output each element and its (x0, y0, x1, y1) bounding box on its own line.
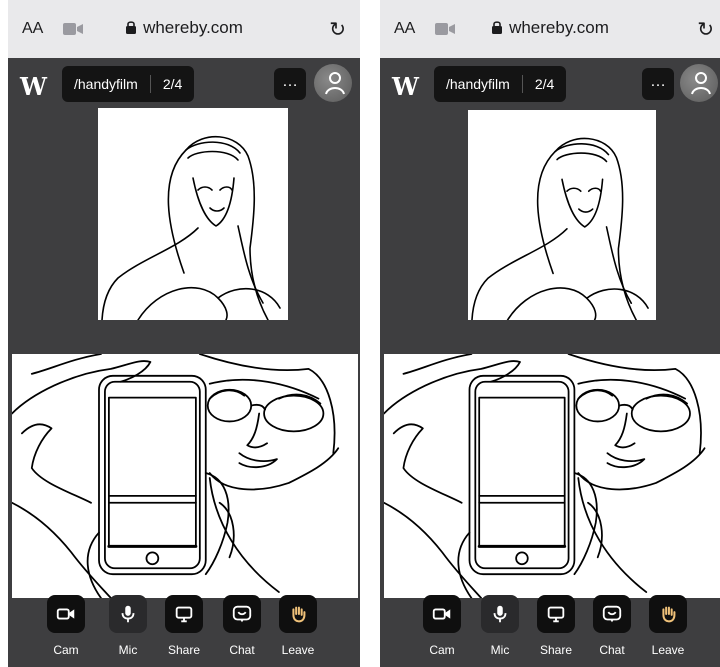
more-options-button[interactable]: … (274, 68, 306, 100)
reload-icon[interactable]: ↻ (697, 17, 714, 42)
leave-label: Leave (281, 643, 315, 657)
self-view-sketch (384, 354, 720, 598)
participant-count: 2/4 (162, 76, 183, 92)
remote-video-tile (468, 110, 656, 320)
divider (149, 75, 151, 93)
self-video-tile (12, 354, 358, 598)
address-display[interactable]: whereby.com (8, 18, 360, 38)
mic-label: Mic (490, 643, 510, 657)
cam-button[interactable]: Cam (38, 595, 94, 657)
leave-button[interactable]: Leave (640, 595, 696, 657)
screen-share-icon (545, 603, 567, 625)
mic-button[interactable]: Mic (472, 595, 528, 657)
avatar[interactable] (680, 64, 718, 102)
screenshot-left: AA whereby.com ↻ W /handyfilm 2/4 … Cam … (8, 0, 360, 667)
host-text: whereby.com (143, 18, 243, 37)
whereby-app: W /handyfilm 2/4 … Cam Mic Share Chat Le… (8, 58, 360, 667)
divider (521, 75, 523, 93)
room-name: /handyfilm (446, 76, 510, 92)
video-camera-icon (55, 603, 77, 625)
host-text: whereby.com (509, 18, 609, 37)
whereby-logo: W (392, 72, 419, 101)
lock-icon (492, 21, 503, 34)
participant-sketch (468, 110, 656, 320)
microphone-icon (117, 603, 139, 625)
cam-button[interactable]: Cam (414, 595, 470, 657)
share-button[interactable]: Share (156, 595, 212, 657)
chat-label: Chat (229, 643, 255, 657)
person-icon (325, 72, 345, 95)
room-info-pill[interactable]: /handyfilm 2/4 (434, 66, 567, 102)
share-label: Share (539, 643, 573, 657)
chat-button[interactable]: Chat (584, 595, 640, 657)
screen-share-icon (173, 603, 195, 625)
address-display[interactable]: whereby.com (380, 18, 720, 38)
avatar[interactable] (314, 64, 352, 102)
lock-icon (126, 21, 137, 34)
call-toolbar: Cam Mic Share Chat Leave (380, 595, 720, 667)
leave-button[interactable]: Leave (270, 595, 326, 657)
screenshot-right: AA whereby.com ↻ W /handyfilm 2/4 … Cam … (380, 0, 720, 667)
whereby-app: W /handyfilm 2/4 … Cam Mic Share Chat Le… (380, 58, 720, 667)
person-icon (691, 72, 711, 95)
share-button[interactable]: Share (528, 595, 584, 657)
call-toolbar: Cam Mic Share Chat Leave (8, 595, 360, 667)
chat-icon (231, 603, 253, 625)
browser-url-bar: AA whereby.com ↻ (380, 0, 720, 58)
browser-url-bar: AA whereby.com ↻ (8, 0, 360, 58)
chat-label: Chat (599, 643, 625, 657)
waving-hand-icon (287, 603, 309, 625)
leave-label: Leave (651, 643, 685, 657)
participant-sketch (98, 108, 288, 320)
room-name: /handyfilm (74, 76, 138, 92)
cam-label: Cam (429, 643, 455, 657)
remote-video-tile (98, 108, 288, 320)
video-camera-icon (431, 603, 453, 625)
microphone-icon (489, 603, 511, 625)
reload-icon[interactable]: ↻ (329, 17, 346, 42)
more-options-button[interactable]: … (642, 68, 674, 100)
waving-hand-icon (657, 603, 679, 625)
self-video-tile (384, 354, 720, 598)
cam-label: Cam (53, 643, 79, 657)
participant-count: 2/4 (534, 76, 555, 92)
self-view-sketch (12, 354, 358, 598)
mic-label: Mic (118, 643, 138, 657)
room-info-pill[interactable]: /handyfilm 2/4 (62, 66, 195, 102)
mic-button[interactable]: Mic (100, 595, 156, 657)
chat-icon (601, 603, 623, 625)
chat-button[interactable]: Chat (214, 595, 270, 657)
share-label: Share (167, 643, 201, 657)
whereby-logo: W (20, 72, 47, 101)
